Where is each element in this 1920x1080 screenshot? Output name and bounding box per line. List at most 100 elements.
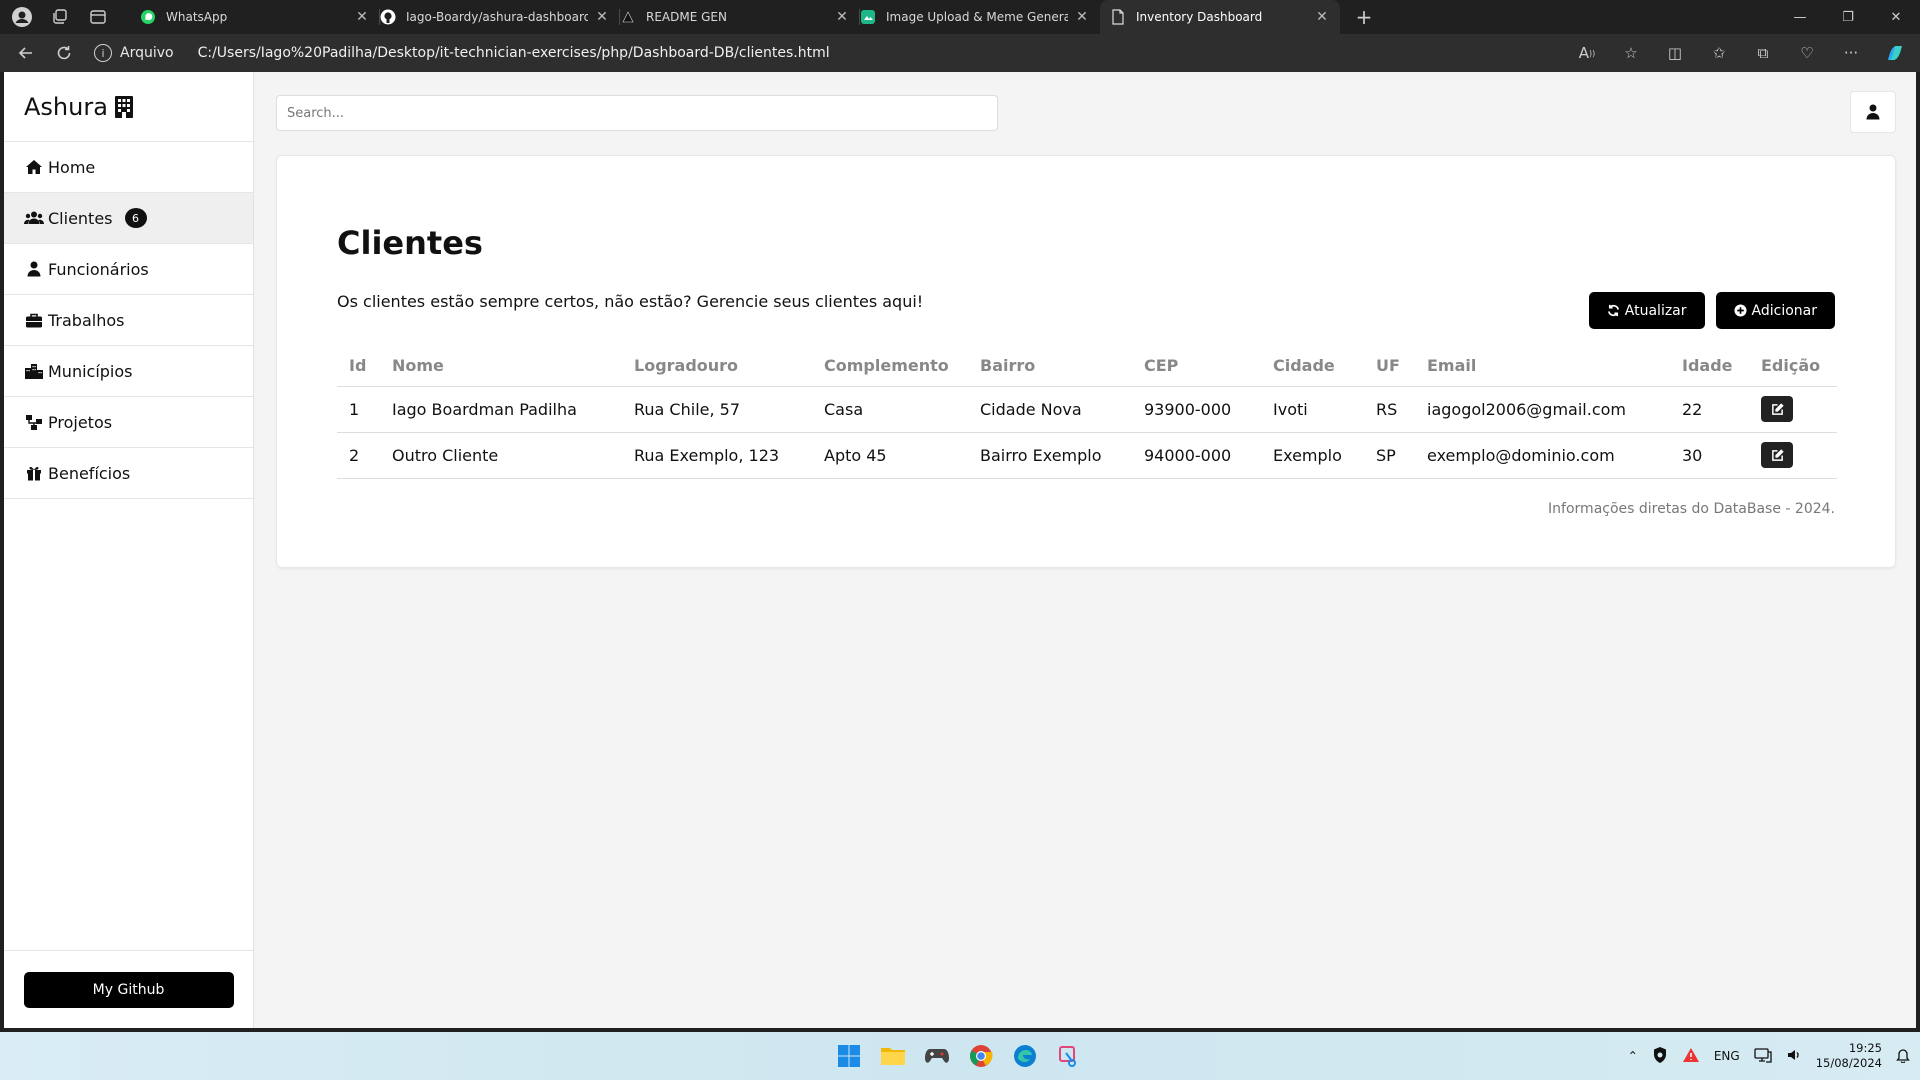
- taskbar-apps: [834, 1032, 1084, 1080]
- sidebar-item-beneficios[interactable]: Benefícios: [4, 448, 253, 499]
- sidebar-item-projetos[interactable]: Projetos: [4, 397, 253, 448]
- column-header-uf: UF: [1364, 346, 1415, 387]
- page-icon: [1110, 9, 1126, 25]
- new-tab-icon[interactable]: +: [1346, 0, 1382, 34]
- browser-toolbar-right: A)) ☆ ◫ ✩ ⧉ ♡ ···: [1572, 38, 1920, 68]
- vertical-tabs-icon[interactable]: [86, 5, 110, 29]
- network-icon[interactable]: [1754, 1047, 1772, 1066]
- table-row: 2 Outro Cliente Rua Exemplo, 123 Apto 45…: [337, 432, 1837, 479]
- add-button[interactable]: Adicionar: [1715, 292, 1835, 329]
- sidebar-item-label: Home: [48, 157, 96, 177]
- close-tab-icon[interactable]: ✕: [594, 9, 610, 25]
- clientes-card: Clientes Os clientes estão sempre certos…: [276, 155, 1896, 568]
- sidebar-item-clientes[interactable]: Clientes 6: [4, 193, 253, 244]
- page-subtitle: Os clientes estão sempre certos, não est…: [337, 292, 924, 311]
- security-shield-icon[interactable]: [1652, 1046, 1668, 1067]
- browser-essentials-icon[interactable]: ♡: [1792, 38, 1822, 68]
- close-tab-icon[interactable]: ✕: [834, 9, 850, 25]
- gift-icon: [24, 465, 44, 481]
- column-header-logradouro: Logradouro: [622, 346, 812, 387]
- browser-address-bar: i Arquivo C:/Users/Iago%20Padilha/Deskto…: [0, 34, 1920, 72]
- cell-edicao: [1749, 432, 1837, 479]
- column-header-nome: Nome: [380, 346, 622, 387]
- volume-icon[interactable]: [1786, 1047, 1802, 1066]
- cell-idade: 30: [1670, 432, 1749, 479]
- close-window-icon[interactable]: ✕: [1872, 0, 1920, 34]
- tray-overflow-chevron-icon[interactable]: ⌃: [1628, 1049, 1638, 1063]
- restore-icon[interactable]: ❐: [1824, 0, 1872, 34]
- edit-icon: [1771, 448, 1784, 462]
- minimize-icon[interactable]: —: [1776, 0, 1824, 34]
- cell-email: exemplo@dominio.com: [1415, 432, 1670, 479]
- workspaces-icon[interactable]: [48, 5, 72, 29]
- sidebar-item-funcionarios[interactable]: Funcionários: [4, 244, 253, 295]
- cell-logradouro: Rua Chile, 57: [622, 386, 812, 433]
- my-github-button[interactable]: My Github: [23, 971, 234, 1008]
- snipping-tool-icon[interactable]: [1054, 1041, 1084, 1071]
- more-options-icon[interactable]: ···: [1836, 38, 1866, 68]
- read-aloud-icon[interactable]: A)): [1572, 38, 1602, 68]
- users-icon: [24, 210, 44, 226]
- sidebar-item-municipios[interactable]: Municípios: [4, 346, 253, 397]
- edit-row-button[interactable]: [1761, 396, 1793, 422]
- user-icon: [24, 261, 44, 277]
- url-text[interactable]: C:/Users/Iago%20Padilha/Desktop/it-techn…: [198, 45, 830, 61]
- edit-row-button[interactable]: [1761, 442, 1793, 468]
- sidebar-item-home[interactable]: Home: [4, 142, 253, 193]
- collections-icon[interactable]: ⧉: [1748, 38, 1778, 68]
- sidebar-item-trabalhos[interactable]: Trabalhos: [4, 295, 253, 346]
- sidebar: Ashura Home Clientes 6 Funcionários Trab…: [4, 72, 254, 1028]
- tab-readme-gen[interactable]: README GEN ✕: [620, 0, 860, 34]
- sidebar-item-label: Clientes: [48, 208, 113, 228]
- back-icon[interactable]: [8, 37, 44, 69]
- tab-whatsapp[interactable]: WhatsApp ✕: [140, 0, 380, 34]
- cell-id: 1: [337, 386, 380, 433]
- clientes-count-badge: 6: [124, 208, 147, 228]
- close-tab-icon[interactable]: ✕: [354, 9, 370, 25]
- table-row: 1 Iago Boardman Padilha Rua Chile, 57 Ca…: [337, 386, 1837, 433]
- table-header-row: Id Nome Logradouro Complemento Bairro CE…: [337, 346, 1837, 387]
- search-input[interactable]: [276, 95, 998, 131]
- copilot-icon[interactable]: [1880, 38, 1910, 68]
- brand-name: Ashura: [24, 92, 108, 121]
- clock-time: 19:25: [1848, 1041, 1882, 1055]
- chrome-icon[interactable]: [966, 1041, 996, 1071]
- close-tab-icon[interactable]: ✕: [1074, 9, 1090, 25]
- page-title: Clientes: [337, 224, 483, 262]
- column-header-idade: Idade: [1670, 346, 1749, 387]
- sidebar-item-label: Benefícios: [48, 463, 131, 483]
- split-screen-icon[interactable]: ◫: [1660, 38, 1690, 68]
- clock-date: 15/08/2024: [1815, 1056, 1882, 1070]
- file-explorer-icon[interactable]: [878, 1041, 908, 1071]
- address-field[interactable]: i Arquivo C:/Users/Iago%20Padilha/Deskto…: [94, 38, 830, 68]
- user-menu-button[interactable]: [1850, 91, 1896, 133]
- windows-start-icon[interactable]: [834, 1041, 864, 1071]
- language-indicator[interactable]: ENG: [1714, 1049, 1740, 1063]
- brand[interactable]: Ashura: [4, 72, 253, 142]
- database-footnote: Informações diretas do DataBase - 2024.: [1548, 501, 1835, 517]
- tab-inventory-dashboard[interactable]: Inventory Dashboard ✕: [1100, 0, 1340, 34]
- game-controller-icon[interactable]: [922, 1041, 952, 1071]
- building-icon: [114, 95, 134, 119]
- column-header-email: Email: [1415, 346, 1670, 387]
- tab-github[interactable]: Iago-Boardy/ashura-dashboard: ✕: [380, 0, 620, 34]
- taskbar-clock[interactable]: 19:25 15/08/2024: [1816, 1041, 1882, 1071]
- site-scheme-label: Arquivo: [120, 45, 174, 61]
- favorite-star-icon[interactable]: ☆: [1616, 38, 1646, 68]
- refresh-icon[interactable]: [46, 37, 82, 69]
- profile-icon[interactable]: [10, 5, 34, 29]
- tab-meme-generator[interactable]: Image Upload & Meme Generati ✕: [860, 0, 1100, 34]
- notifications-bell-icon[interactable]: [1896, 1047, 1910, 1066]
- refresh-button[interactable]: Atualizar: [1588, 292, 1705, 329]
- column-header-edicao: Edição: [1749, 346, 1837, 387]
- edge-icon[interactable]: [1010, 1041, 1040, 1071]
- warning-triangle-icon[interactable]: [1682, 1047, 1700, 1066]
- sync-icon: [1607, 304, 1620, 317]
- favorites-icon[interactable]: ✩: [1704, 38, 1734, 68]
- card-actions: Atualizar Adicionar: [1588, 292, 1835, 329]
- cell-cidade: Exemplo: [1261, 432, 1364, 479]
- close-tab-icon[interactable]: ✕: [1314, 9, 1330, 25]
- cell-complemento: Casa: [812, 386, 968, 433]
- column-header-complemento: Complemento: [812, 346, 968, 387]
- site-info-icon[interactable]: i: [94, 44, 112, 62]
